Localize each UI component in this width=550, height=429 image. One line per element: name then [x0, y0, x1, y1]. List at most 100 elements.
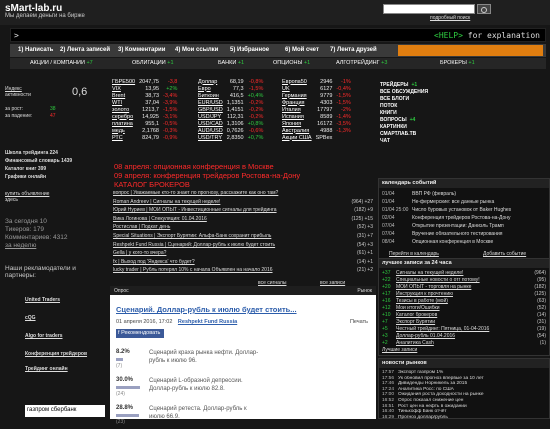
stream-row[interactable]: Reshpekt Fund Russia | Сценарий: Доллар-…: [113, 241, 373, 248]
best-posts-link[interactable]: Лучшие записи: [382, 347, 417, 353]
tab-poll[interactable]: Опрос: [114, 288, 129, 294]
quote-name[interactable]: USD/JPY: [196, 113, 225, 120]
top-post-title[interactable]: Честный трейдинг: Пятница, 01-04-2016: [396, 326, 489, 332]
quote-name[interactable]: Австралия: [280, 127, 314, 134]
stream-title[interactable]: вопрос | Уважаемые кто-то знает по прогн…: [113, 190, 278, 196]
calendar-link[interactable]: Перейти в календарь: [389, 251, 439, 257]
charts-link[interactable]: Графики онлайн: [5, 174, 46, 180]
menu-item-friends[interactable]: 7) Лента друзей: [330, 47, 377, 53]
event-title[interactable]: Конференция трейдеров Ростова-на-Дону: [412, 215, 511, 221]
quote-name[interactable]: Европа50: [280, 78, 314, 85]
quote-row[interactable]: Европа50 2946 -1%: [280, 78, 353, 85]
news-row[interactable]: 16:52 Опрос показал снижение цен: [382, 398, 546, 403]
news-title[interactable]: Опрос показал снижение цен: [398, 398, 463, 403]
category-brokers[interactable]: БРОКЕРЫ +1: [440, 60, 475, 66]
menu-item-comments[interactable]: 3) Комментарии: [118, 47, 165, 53]
search-input[interactable]: [383, 4, 475, 14]
quote-name[interactable]: серебро: [110, 113, 137, 120]
news-row[interactable]: 17:00 Ожидания роста доходности на рынке: [382, 392, 546, 397]
news-title[interactable]: Ук обновил прогноз впервые за 10 лет: [398, 376, 484, 381]
nav-link[interactable]: ЧАТ: [380, 138, 431, 145]
stream-row[interactable]: Юрий Нуриев | МОЙ ОПЫТ - Инвестиционные …: [113, 207, 373, 214]
quote-name[interactable]: AUD/USD: [196, 127, 225, 134]
quote-row[interactable]: USD/TRY 2,8350 +0,7%: [196, 134, 265, 141]
quote-name[interactable]: Испания: [280, 113, 314, 120]
stream-title[interactable]: lucky trader | Рубль потерял 10% с начал…: [113, 267, 273, 273]
news-row[interactable]: 17:46 Дивиденды Норникель за 2015: [382, 381, 546, 386]
stream-row[interactable]: вопрос | Уважаемые кто-то знает по прогн…: [113, 190, 373, 196]
quote-name[interactable]: Акции США: [280, 134, 314, 141]
top-post-title[interactable]: Мои итоги/Ошибки: [396, 305, 440, 311]
quote-row[interactable]: РТС 824,79 -0,9%: [110, 134, 179, 141]
top-post-title[interactable]: Экспорт Бурятии: [396, 319, 435, 325]
event-title[interactable]: Открытие презентации: Даниэль Трамп: [412, 223, 504, 229]
poll-option[interactable]: 30.0% (24) Сценарий L-образной депрессии. …: [116, 377, 366, 401]
search-icon[interactable]: [477, 4, 491, 14]
command-line[interactable]: > <HELP> for explanation: [10, 28, 546, 42]
stream-title[interactable]: fx | Выход под 'Яндекса' что будет?: [113, 259, 195, 265]
news-title[interactable]: Тинькофф Банк отчёт: [398, 409, 447, 414]
quote-row[interactable]: Доллар 68,19 -0,8%: [196, 78, 265, 85]
quote-name[interactable]: РТС: [110, 134, 137, 141]
category-bonds[interactable]: ОБЛИГАЦИИ +1: [132, 60, 174, 66]
news-row[interactable]: 17:57 Экспорт газпром 1%: [382, 370, 546, 375]
advanced-search-link[interactable]: подробный поиск: [430, 15, 470, 21]
event-row[interactable]: 01/04 25:00 Число буровых установок от Ba…: [382, 207, 546, 213]
event-row[interactable]: 01/04 ВВП РФ (февраль): [382, 191, 546, 197]
quote-row[interactable]: Испания 8589 -1,4%: [280, 113, 353, 120]
event-row[interactable]: 02/04 Конференция трейдеров Ростова-на-До…: [382, 215, 546, 221]
quote-name[interactable]: золото: [110, 106, 137, 113]
top-post-row[interactable]: +7 Экспорт Бурятии (31): [382, 319, 546, 325]
quote-row[interactable]: Евро 77,3 -1,5%: [196, 85, 265, 92]
week-link[interactable]: за неделю: [5, 242, 36, 249]
event-row[interactable]: 01/04 Не-фермерские: все данные рынка: [382, 199, 546, 205]
top-post-title[interactable]: Аналитика Cash: [396, 340, 434, 346]
quote-row[interactable]: EUR/USD 1,1351 -0,2%: [196, 99, 265, 106]
quote-row[interactable]: ГБРЕ500 2047,75 -3,8: [110, 78, 179, 85]
dictionary-link[interactable]: Финансовый словарь 1439: [5, 158, 72, 164]
quote-row[interactable]: Германия 9779 -1,5%: [280, 92, 353, 99]
stream-row[interactable]: Вика Логинова | Спекуляция: 01.04.2016 (1…: [113, 215, 373, 222]
news-title[interactable]: Экспорт газпром 1%: [398, 370, 443, 375]
top-post-row[interactable]: +5 Честный трейдинг: Пятница, 01-04-2016 (…: [382, 326, 546, 332]
quote-row[interactable]: Австралия 4988 -1,3%: [280, 127, 353, 134]
stream-row[interactable]: Gella | у кого-то вчера? (61) +1: [113, 250, 373, 257]
category-stocks[interactable]: АКЦИИ / КОМПАНИИ +7: [30, 60, 93, 66]
top-post-row[interactable]: +17 Инструкция к прочтению (125): [382, 291, 546, 297]
stream-row[interactable]: Special Situations | Экспорт Бурятии: Ал…: [113, 233, 373, 239]
event-row[interactable]: 07/04 Открытие презентации: Даниэль Трамп: [382, 223, 546, 229]
quote-name[interactable]: Германия: [280, 92, 314, 99]
quote-name[interactable]: EUR/USD: [196, 99, 225, 106]
menu-item-feed[interactable]: 2) Лента записей: [60, 47, 110, 53]
nav-link[interactable]: ПОТОК: [380, 103, 431, 110]
menu-item-account[interactable]: 6) Мой счет: [285, 47, 319, 53]
news-title[interactable]: Дивиденды Норникель за 2015: [398, 381, 467, 386]
nav-link[interactable]: КАРТИНКИ: [380, 124, 431, 131]
menu-item-links[interactable]: 4) Мои ссылки: [175, 47, 218, 53]
quote-row[interactable]: AUD/USD 0,7626 -0,6%: [196, 127, 265, 134]
facebook-recommend-button[interactable]: f Рекомендовать: [116, 329, 164, 338]
top-post-title[interactable]: Сигналы на текущей неделе!: [396, 270, 463, 276]
poll-option[interactable]: 28.8% (23) Сценарий ретеста. Доллар-рубль …: [116, 405, 366, 429]
top-post-title[interactable]: Специальные новости о отг потому!: [396, 277, 480, 283]
promo-brokers[interactable]: КАТАЛОГ БРОКЕРОВ: [114, 180, 300, 189]
quote-name[interactable]: USD/CAD: [196, 120, 225, 127]
partner-algo[interactable]: Algo for traders: [25, 333, 63, 339]
top-post-row[interactable]: +20 МОЙ ОПЫТ - торговля на рынке (182): [382, 284, 546, 290]
school-link[interactable]: Школа трейдинга 224: [5, 150, 58, 156]
top-post-title[interactable]: Тезисы в работе (мой): [396, 298, 448, 304]
nav-link[interactable]: ВОПРОСЫ +4: [380, 117, 431, 124]
quote-row[interactable]: UK 6127 -0,4%: [280, 85, 353, 92]
quote-row[interactable]: Биткоин 416,5 +0,4%: [196, 92, 265, 99]
nav-link[interactable]: ТРЕЙДЕРЫ +1: [380, 82, 431, 89]
partner-online[interactable]: Трейдинг онлайн: [25, 366, 68, 372]
quote-row[interactable]: медь 2,1768 -0,3%: [110, 127, 179, 134]
quote-row[interactable]: WTI 37,04 -3,9%: [110, 99, 179, 106]
news-row[interactable]: 16:51 Рост цен на нефть в ожидании: [382, 404, 546, 409]
quote-row[interactable]: VIX 13,95 +2%: [110, 85, 179, 92]
nav-link[interactable]: ВСЕ БЛОГИ: [380, 96, 431, 103]
news-title[interactable]: Ожидания роста доходности на рынке: [398, 392, 484, 397]
partner-conference[interactable]: Конференция трейдеров: [25, 351, 87, 357]
quote-row[interactable]: Франция 4303 -1,5%: [280, 99, 353, 106]
news-row[interactable]: 17:24 Аналитика Росс: по США: [382, 387, 546, 392]
